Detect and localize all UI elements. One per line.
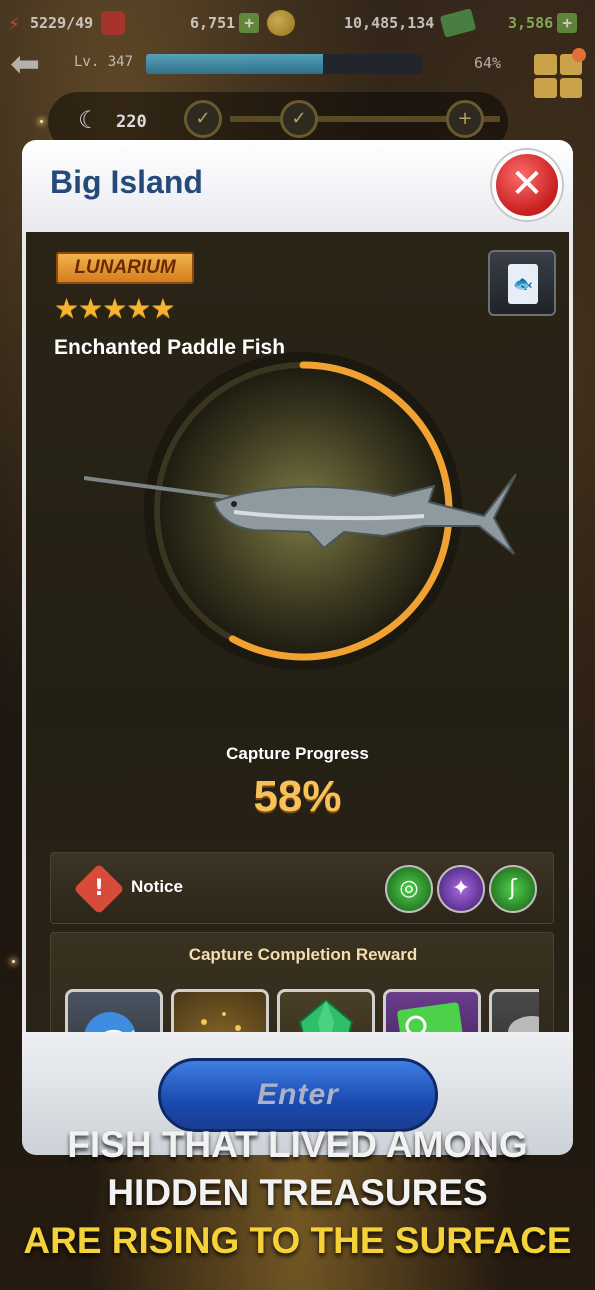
star-rating: ★★★★★ — [54, 292, 176, 325]
dice-icon — [101, 11, 126, 35]
fish-detail-modal: Big Island ✕ LUNARIUM ★★★★★ Enchanted Pa… — [22, 140, 573, 1155]
level-row: ⬅ Lv. 347 64% — [0, 47, 595, 98]
close-button[interactable]: ✕ — [492, 150, 562, 220]
add-cash-button[interactable]: + — [557, 13, 578, 33]
dice-counter: 6,751 + — [190, 8, 303, 38]
xp-percent: 64% — [474, 54, 502, 72]
enter-button[interactable]: Enter — [158, 1058, 438, 1132]
sparkle — [40, 120, 43, 123]
back-arrow-icon[interactable]: ⬅ — [10, 47, 58, 83]
sparkle — [12, 960, 15, 963]
warning-icon: ! — [73, 863, 125, 915]
moon-icon: ☾ — [78, 106, 100, 134]
promo-line-1: FISH THAT LIVED AMONG — [67, 1124, 528, 1165]
coin-value: 10,485,134 — [344, 14, 435, 32]
capture-progress-label: Capture Progress — [226, 744, 369, 763]
cash-icon — [440, 8, 477, 38]
coin-counter: 10,485,134 — [344, 8, 482, 38]
fish-book-button[interactable]: 🐟 — [488, 250, 556, 316]
notification-dot — [572, 48, 586, 62]
checkpoint-check-icon: ✓ — [280, 100, 318, 138]
notice-bar[interactable]: ! Notice ◎ ✦ ʃ — [50, 852, 554, 924]
checkpoint-check-icon: ✓ — [184, 100, 222, 138]
xp-progress-bar — [146, 54, 422, 74]
lightning-icon: ⚡ — [8, 11, 21, 35]
fish-card-icon: 🐟 — [508, 264, 538, 304]
moon-value: 220 — [116, 112, 147, 132]
capture-progress-percent: 58% — [253, 772, 342, 821]
xp-progress-fill — [146, 54, 323, 74]
paddlefish-image — [84, 473, 517, 555]
modal-body: LUNARIUM ★★★★★ Enchanted Paddle Fish 🐟 C… — [22, 232, 573, 1118]
green-hook-skill-icon[interactable]: ʃ — [489, 865, 537, 913]
promo-line-2: HIDDEN TREASURES — [107, 1172, 488, 1213]
rarity-badge: LUNARIUM — [56, 252, 194, 284]
modal-header: Big Island ✕ — [22, 140, 573, 232]
cash-value: 3,586 — [508, 14, 554, 32]
status-bar: ⚡ 5229/49 6,751 + 10,485,134 3,586 + — [0, 8, 595, 40]
reward-title: Capture Completion Reward — [188, 945, 418, 964]
checkpoint-plus-icon: + — [446, 100, 484, 138]
green-lure-skill-icon[interactable]: ◎ — [385, 865, 433, 913]
energy-counter: ⚡ 5229/49 — [8, 8, 133, 38]
modal-title: Big Island — [50, 164, 203, 200]
add-dice-button[interactable]: + — [239, 13, 260, 33]
coin-stack-icon — [267, 10, 296, 36]
energy-value: 5229/49 — [30, 14, 94, 32]
dice-value: 6,751 — [190, 14, 236, 32]
notice-label: Notice — [131, 877, 183, 896]
promo-line-3: ARE RISING TO THE SURFACE — [23, 1220, 572, 1261]
level-label: Lv. 347 — [74, 54, 134, 70]
purple-claw-skill-icon[interactable]: ✦ — [437, 865, 485, 913]
cash-counter: 3,586 + — [508, 8, 578, 38]
